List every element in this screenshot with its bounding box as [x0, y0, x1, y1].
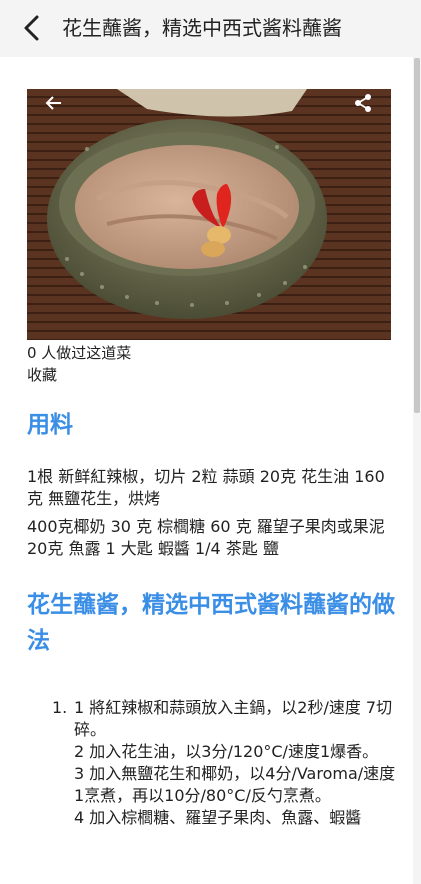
share-button[interactable] [349, 89, 377, 117]
step-line: 2 加入花生油，以3分/120°C/速度1爆香。 [74, 742, 379, 761]
step-body: 1 將紅辣椒和蒜頭放入主鍋，以2秒/速度 7切碎。 2 加入花生油，以3分/12… [74, 697, 396, 829]
peanut-sauce-illustration [27, 89, 391, 340]
ingredient-line: 400克椰奶 30 克 棕櫚糖 60 克 羅望子果肉或果泥 20克 魚露 1 大… [27, 517, 385, 558]
ingredients-list: 1根 新鲜紅辣椒，切片 2粒 蒜頭 20克 花生油 160克 無鹽花生，烘烤 4… [27, 466, 389, 566]
step-line: 1 將紅辣椒和蒜頭放入主鍋，以2秒/速度 7切碎。 [74, 698, 393, 739]
method-title: 花生蘸酱，精选中西式酱料蘸酱的做法 [27, 592, 395, 654]
favorite-link[interactable]: 收藏 [27, 365, 57, 385]
step-number: 1. [52, 698, 68, 717]
step-line: 3 加入無鹽花生和椰奶，以4分/Varoma/速度1烹煮，再以10分/80°C/… [74, 764, 396, 805]
chevron-left-icon [24, 15, 39, 41]
back-button[interactable] [16, 12, 48, 44]
share-icon [355, 94, 371, 112]
recipe-image [27, 89, 391, 340]
scrollbar-thumb[interactable] [414, 58, 420, 413]
steps-list: 1. 1 將紅辣椒和蒜頭放入主鍋，以2秒/速度 7切碎。 2 加入花生油，以3分… [46, 697, 396, 829]
image-back-button[interactable] [40, 89, 68, 117]
ingredient-line: 1根 新鲜紅辣椒，切片 2粒 蒜頭 20克 花生油 160克 無鹽花生，烘烤 [27, 467, 385, 508]
step-line: 4 加入棕櫚糖、羅望子果肉、魚露、蝦醬 [74, 808, 362, 827]
app-header: 花生蘸酱，精选中西式酱料蘸酱 [0, 0, 421, 57]
made-count: 0 人做过这道菜 [27, 344, 132, 362]
ingredients-title: 用料 [27, 412, 73, 438]
arrow-left-icon [45, 96, 61, 110]
page-title: 花生蘸酱，精选中西式酱料蘸酱 [62, 16, 342, 40]
